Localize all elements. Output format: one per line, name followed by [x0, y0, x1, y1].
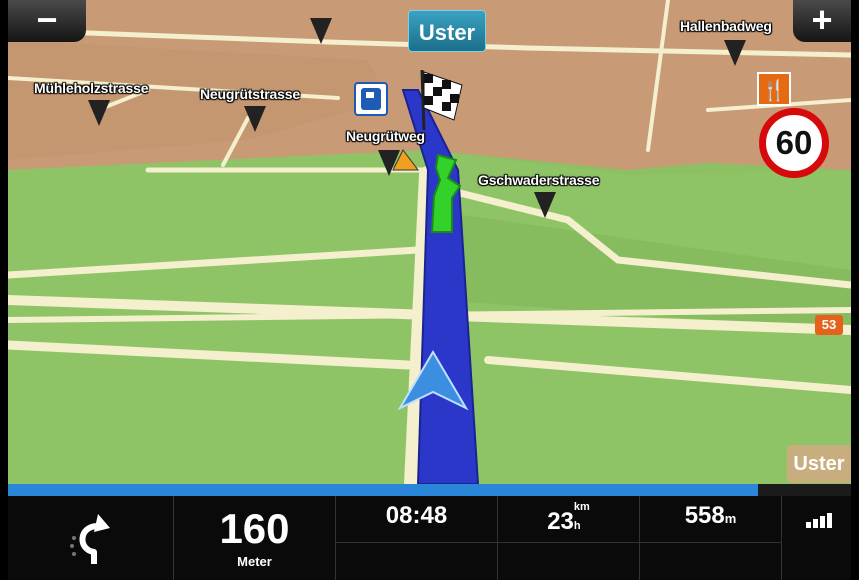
total-value: 558	[684, 502, 725, 529]
route-progress-bar	[8, 484, 851, 496]
remaining-unit-top: km	[573, 501, 590, 513]
u-turn-icon	[70, 514, 110, 564]
street-label: Hallenbadweg	[680, 18, 772, 34]
remaining-time: 23km h	[498, 502, 639, 536]
destination-tab[interactable]: Uster	[408, 10, 486, 52]
restaurant-icon[interactable]: 🍴	[757, 72, 791, 106]
remaining-distance-panel[interactable]: 558m	[640, 496, 782, 580]
street-pin-icon	[310, 18, 332, 44]
zoom-in-button[interactable]: +	[793, 0, 851, 42]
navigation-screen: Uster Mühleholzstrasse Neugrütstrasse Ne…	[0, 0, 859, 580]
signal-icon	[806, 510, 834, 528]
distance-panel[interactable]: 160 Meter	[174, 496, 336, 580]
street-label: Gschwaderstrasse	[478, 172, 600, 188]
info-divider	[336, 542, 782, 543]
street-pin-icon	[378, 150, 400, 176]
street-pin-icon	[88, 100, 110, 126]
zoom-out-button[interactable]: −	[8, 0, 86, 42]
street-pin-icon	[244, 106, 266, 132]
arrival-time: 08:48	[385, 502, 448, 529]
street-label: Neugrütweg	[346, 128, 425, 144]
street-label: Mühleholzstrasse	[34, 80, 149, 96]
total-unit: m	[724, 511, 737, 526]
map-graphics	[8, 0, 851, 484]
signal-panel[interactable]	[782, 496, 851, 580]
remaining-time-panel[interactable]: 23km h	[498, 496, 640, 580]
info-bar: 160 Meter 08:48 23km h 558m	[8, 496, 851, 580]
arrival-time-panel[interactable]: 08:48	[336, 496, 498, 580]
remaining-unit-bottom: h	[573, 520, 581, 532]
street-pin-icon	[724, 40, 746, 66]
destination-side-label[interactable]: Uster	[787, 445, 851, 483]
speed-limit-sign: 60	[759, 108, 829, 178]
street-label: Neugrütstrasse	[200, 86, 300, 102]
fuel-station-icon[interactable]	[354, 82, 388, 116]
distance-to-turn: 160	[219, 505, 290, 552]
maneuver-panel[interactable]	[8, 496, 174, 580]
road-number-badge: 53	[815, 315, 843, 335]
route-progress-fill	[8, 484, 759, 496]
street-pin-icon	[534, 192, 556, 218]
distance-unit: Meter	[237, 554, 272, 569]
remaining-value: 23	[547, 508, 574, 535]
remaining-distance: 558m	[640, 502, 781, 530]
map-view[interactable]: Uster Mühleholzstrasse Neugrütstrasse Ne…	[8, 0, 851, 484]
